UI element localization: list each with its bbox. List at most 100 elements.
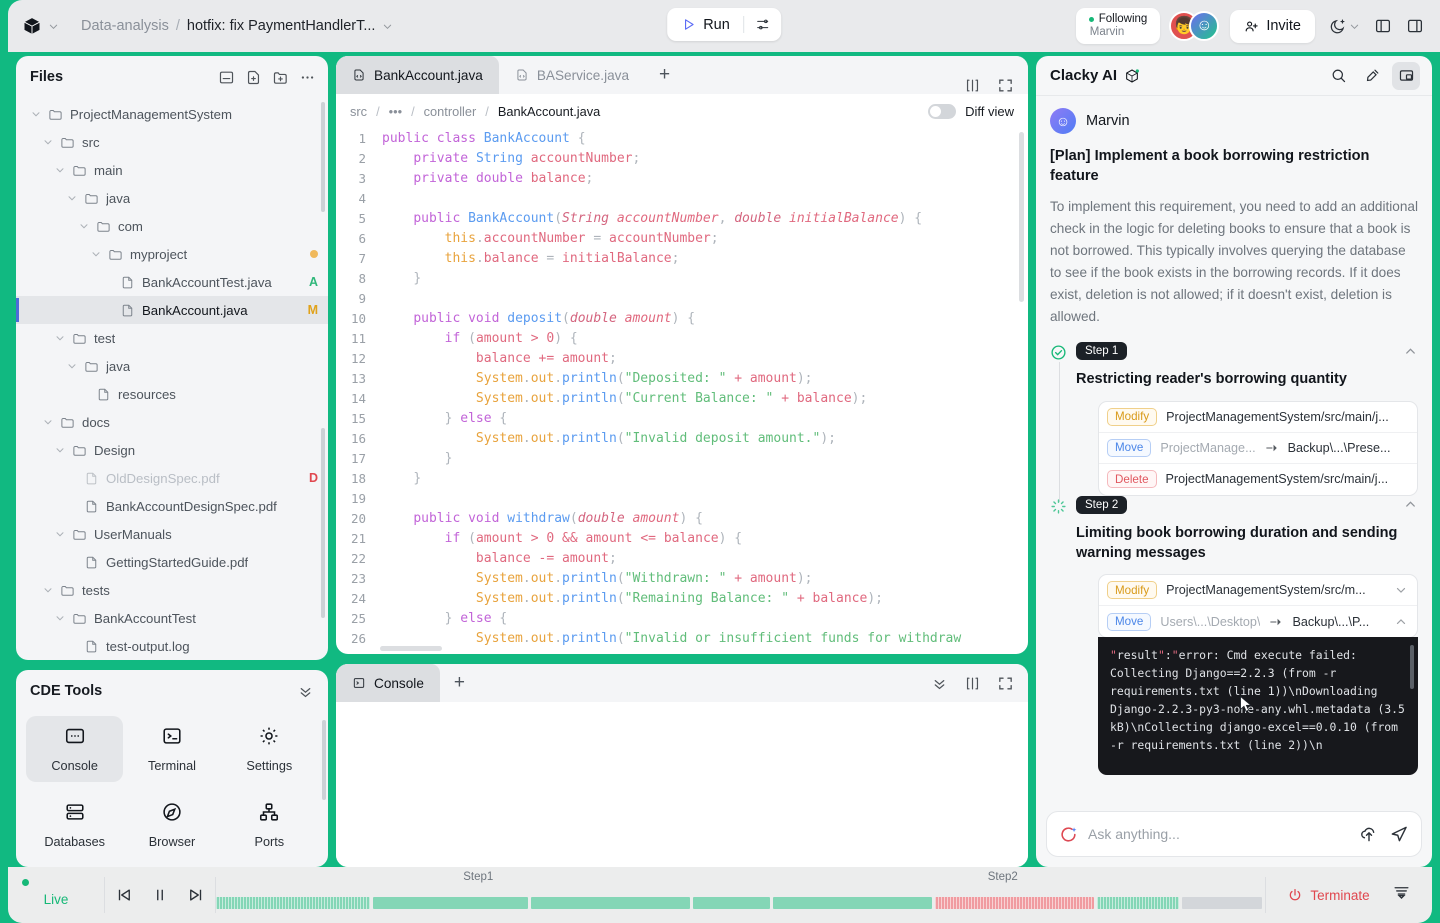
run-settings-button[interactable]	[744, 17, 781, 32]
invite-button[interactable]: Invite	[1230, 9, 1315, 43]
split-panel-icon[interactable]	[964, 675, 981, 692]
timeline-segment[interactable]	[1182, 897, 1262, 909]
collapse-all-icon[interactable]	[218, 69, 235, 86]
scrollbar-horizontal[interactable]	[380, 646, 442, 651]
file-tree-item[interactable]: java	[16, 184, 328, 212]
workspace-menu-button[interactable]	[22, 16, 59, 36]
toggle-right-panel-button[interactable]	[1406, 17, 1424, 35]
chevron-up-icon[interactable]	[1403, 344, 1418, 359]
breadcrumb-controller[interactable]: controller	[424, 104, 477, 119]
avatar[interactable]	[1189, 11, 1220, 41]
terminate-button[interactable]: Terminate	[1287, 887, 1370, 903]
file-tree-item[interactable]: GettingStartedGuide.pdf	[16, 548, 328, 576]
file-tree-item[interactable]: OldDesignSpec.pdf D	[16, 464, 328, 492]
cde-tool-settings[interactable]: Settings	[221, 716, 318, 782]
diff-view-toggle[interactable]: Diff view	[928, 103, 1014, 119]
operation-row[interactable]: Move ProjectManage... Backup\...\Prese...	[1099, 433, 1417, 464]
file-tree-item[interactable]: BankAccount.java M	[16, 296, 328, 324]
breadcrumb[interactable]: Data-analysis / hotfix: fix PaymentHandl…	[81, 18, 393, 34]
timeline-segment[interactable]	[216, 897, 371, 909]
operation-row[interactable]: Modify ProjectManagementSystem/src/main/j…	[1099, 402, 1417, 433]
timeline-segment[interactable]	[1097, 897, 1180, 909]
invite-label: Invite	[1266, 18, 1301, 34]
scrollbar[interactable]	[322, 720, 326, 800]
file-tree-item[interactable]: test	[16, 324, 328, 352]
ai-conversation[interactable]: Marvin [Plan] Implement a book borrowing…	[1036, 96, 1432, 803]
toggle-switch[interactable]	[928, 103, 957, 119]
file-tree-item[interactable]: java	[16, 352, 328, 380]
timeline-segment[interactable]	[692, 897, 771, 909]
console-output[interactable]	[336, 702, 1028, 867]
timeline-segment[interactable]	[773, 897, 933, 909]
theme-toggle-button[interactable]	[1329, 18, 1360, 35]
file-tree-item[interactable]: docs	[16, 408, 328, 436]
file-tree-item[interactable]: tests	[16, 576, 328, 604]
code-editor[interactable]: 1 public class BankAccount {2 private Str…	[336, 128, 1028, 654]
operation-row[interactable]: Move Users\...\Desktop\ Backup\...\P...	[1099, 606, 1417, 637]
cde-tool-databases[interactable]: Databases	[26, 792, 123, 858]
file-tree-item[interactable]: myproject	[16, 240, 328, 268]
ai-clear-button[interactable]	[1358, 62, 1386, 90]
live-indicator[interactable]: Live	[8, 867, 104, 923]
file-tree-item[interactable]: ProjectManagementSystem	[16, 100, 328, 128]
operation-row[interactable]: Delete ProjectManagementSystem/src/main/j…	[1099, 464, 1417, 495]
chevron-up-icon[interactable]	[1403, 497, 1418, 512]
file-tree-item[interactable]: BankAccountTest	[16, 604, 328, 632]
run-button[interactable]: Run	[667, 8, 743, 41]
timeline-menu-button[interactable]	[1392, 883, 1411, 907]
chevrons-down-icon[interactable]	[931, 675, 948, 692]
timeline-segment[interactable]	[530, 897, 690, 909]
file-tree-item[interactable]: com	[16, 212, 328, 240]
ai-popout-button[interactable]	[1392, 61, 1420, 90]
timeline-segment[interactable]	[373, 897, 528, 909]
file-tree[interactable]: ProjectManagementSystem src main java com myp…	[16, 98, 328, 660]
ai-input-bar[interactable]: Ask anything...	[1046, 811, 1422, 857]
new-folder-icon[interactable]	[272, 69, 289, 86]
more-options-icon[interactable]	[299, 69, 316, 86]
file-tree-item[interactable]: BankAccountDesignSpec.pdf	[16, 492, 328, 520]
file-tree-item[interactable]: main	[16, 156, 328, 184]
ai-input-placeholder[interactable]: Ask anything...	[1088, 826, 1349, 842]
new-file-icon[interactable]	[245, 69, 262, 86]
chevron-up-icon[interactable]	[1394, 615, 1408, 629]
timeline-segment[interactable]	[935, 897, 1095, 909]
breadcrumb-src[interactable]: src	[350, 104, 367, 119]
timeline[interactable]: Step1 Step2	[216, 867, 1265, 923]
fullscreen-icon[interactable]	[997, 675, 1014, 692]
cde-tool-console[interactable]: Console	[26, 716, 124, 782]
line-number: 8	[358, 270, 366, 286]
code-line: 22 balance -= amount;	[336, 548, 1028, 568]
scrollbar[interactable]	[1019, 132, 1024, 302]
file-tree-item[interactable]: Design	[16, 436, 328, 464]
cde-tool-browser[interactable]: Browser	[123, 792, 220, 858]
chevrons-down-icon[interactable]	[297, 683, 314, 700]
timeline-tracks[interactable]	[216, 891, 1265, 923]
send-icon[interactable]	[1389, 824, 1409, 844]
ai-search-button[interactable]	[1324, 62, 1352, 90]
upload-icon[interactable]	[1359, 824, 1379, 844]
cde-tool-terminal[interactable]: Terminal	[123, 716, 220, 782]
file-tree-item[interactable]: UserManuals	[16, 520, 328, 548]
editor-tab-baservice[interactable]: BAService.java	[499, 56, 645, 94]
skip-forward-icon[interactable]	[187, 886, 205, 904]
cde-tool-ports[interactable]: Ports	[221, 792, 318, 858]
toggle-left-panel-button[interactable]	[1374, 17, 1392, 35]
scrollbar[interactable]	[1410, 645, 1414, 690]
chevron-down-icon[interactable]	[1394, 583, 1408, 597]
split-editor-icon[interactable]	[964, 77, 981, 94]
file-tree-item[interactable]: src	[16, 128, 328, 156]
pause-icon[interactable]	[151, 886, 169, 904]
file-tree-item[interactable]: BankAccountTest.java A	[16, 268, 328, 296]
console-tab[interactable]: Console	[336, 664, 440, 702]
operation-row[interactable]: Modify ProjectManagementSystem/src/m...	[1099, 575, 1417, 607]
new-console-button[interactable]: +	[440, 664, 479, 702]
operation-terminal-output[interactable]: "result":"error: Cmd execute failed: Col…	[1098, 637, 1418, 776]
skip-back-icon[interactable]	[115, 886, 133, 904]
fullscreen-icon[interactable]	[997, 77, 1014, 94]
new-tab-button[interactable]: +	[645, 56, 684, 94]
file-tree-item[interactable]: resources	[16, 380, 328, 408]
file-tree-item[interactable]: test-output.log	[16, 632, 328, 660]
editor-tab-bankaccount[interactable]: BankAccount.java	[336, 56, 499, 94]
following-indicator[interactable]: Following Marvin	[1075, 8, 1161, 44]
breadcrumb-ellipsis[interactable]: •••	[389, 104, 402, 119]
